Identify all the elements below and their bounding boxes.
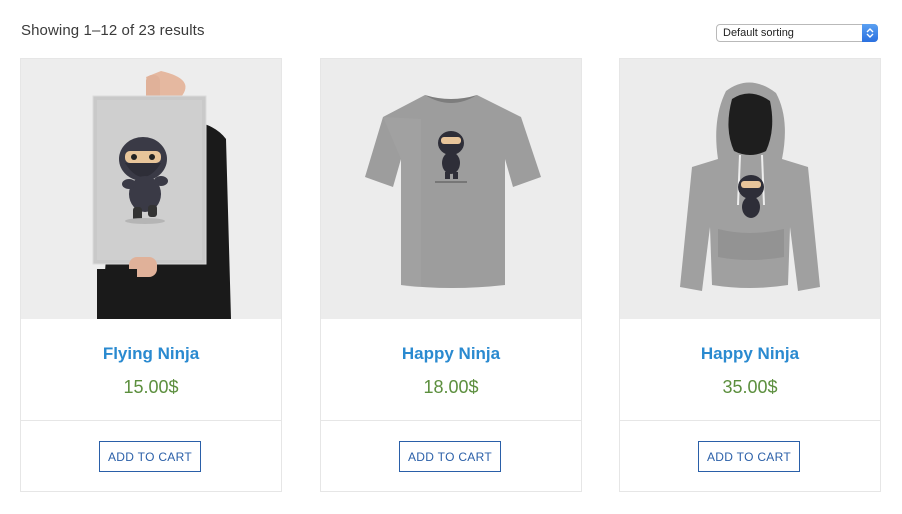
divider	[21, 420, 281, 421]
add-to-cart-button[interactable]: ADD TO CART	[99, 441, 201, 472]
result-count: Showing 1–12 of 23 results	[21, 22, 205, 39]
product-card: Flying Ninja 15.00$ ADD TO CART	[20, 58, 282, 492]
sort-select[interactable]: Default sorting	[716, 24, 878, 42]
add-to-cart-button[interactable]: ADD TO CART	[399, 441, 501, 472]
product-price: 18.00$	[423, 377, 479, 397]
product-card: Happy Ninja 35.00$ ADD TO CART	[619, 58, 881, 492]
product-image-link[interactable]	[620, 59, 880, 319]
product-title[interactable]: Flying Ninja	[21, 344, 281, 364]
divider	[321, 420, 581, 421]
divider	[620, 420, 880, 421]
product-title[interactable]: Happy Ninja	[620, 344, 880, 364]
select-stepper-icon	[862, 24, 878, 42]
ninja-hoodie-image	[620, 59, 880, 319]
product-card: Happy Ninja 18.00$ ADD TO CART	[320, 58, 582, 492]
product-price: 35.00$	[722, 377, 778, 397]
ninja-poster-image	[21, 59, 281, 319]
ninja-tshirt-image	[321, 59, 581, 319]
product-image-link[interactable]	[21, 59, 281, 319]
sort-select-value: Default sorting	[723, 27, 794, 39]
product-image-link[interactable]	[321, 59, 581, 319]
product-title[interactable]: Happy Ninja	[321, 344, 581, 364]
product-price: 15.00$	[123, 377, 179, 397]
add-to-cart-button[interactable]: ADD TO CART	[698, 441, 800, 472]
